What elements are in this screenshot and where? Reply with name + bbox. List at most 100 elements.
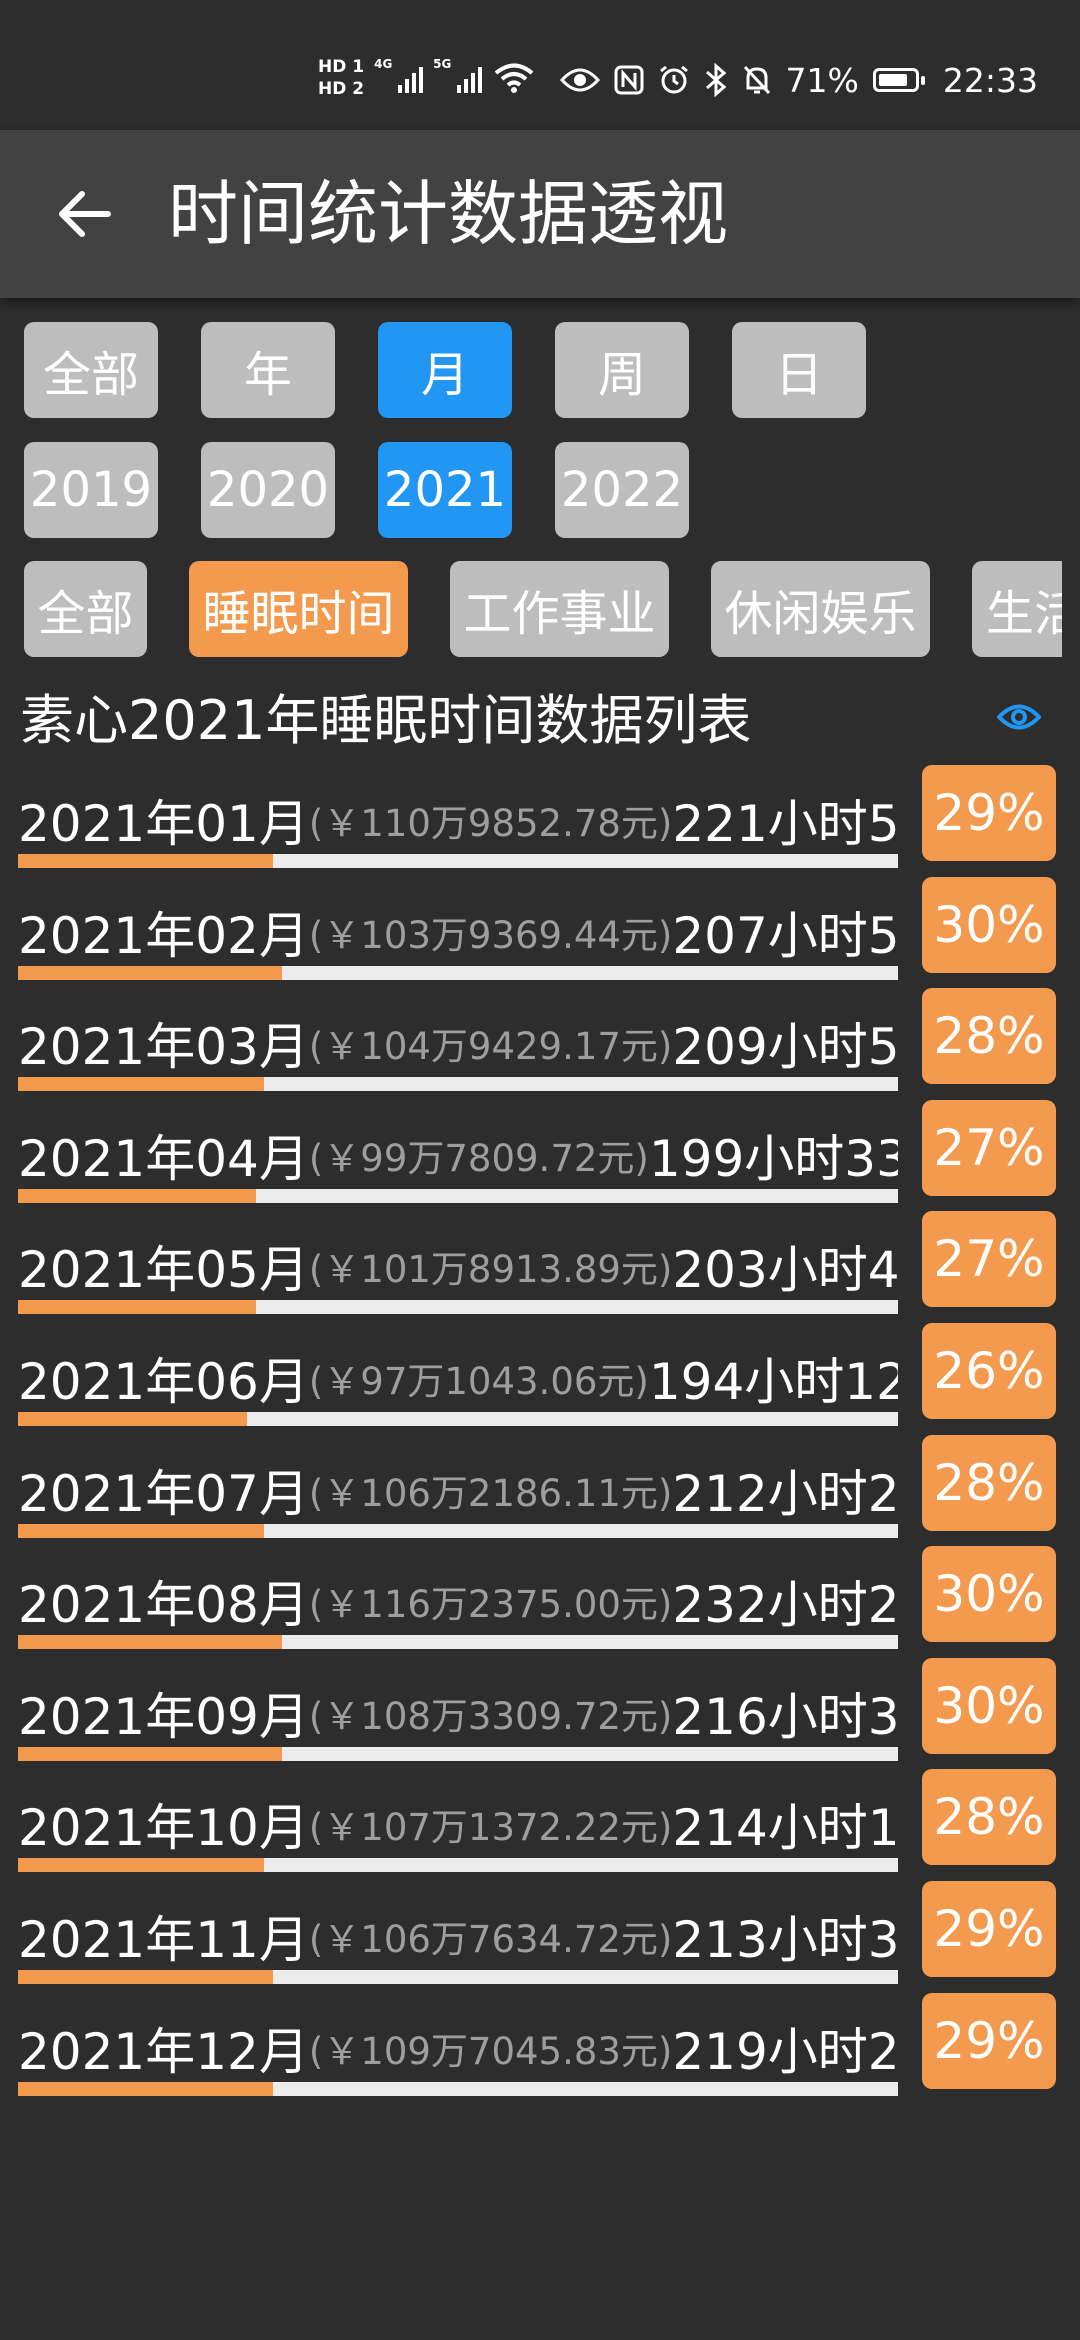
visibility-toggle-button[interactable]: [994, 692, 1044, 742]
row-month: 2021年07月: [18, 1465, 309, 1523]
list-item[interactable]: 2021年06月(￥97万1043.06元)194小时12分31 26%: [0, 1323, 1080, 1434]
list-item[interactable]: 2021年03月(￥104万9429.17元)209小时53分0 28%: [0, 988, 1080, 1099]
progress-fill: [18, 1524, 265, 1538]
toolbar: 时间统计数据透视: [0, 130, 1080, 298]
list-item[interactable]: 2021年09月(￥108万3309.72元)216小时39分4 30%: [0, 1658, 1080, 1769]
row-month: 2021年12月: [18, 2023, 309, 2081]
period-tab-all[interactable]: 全部: [24, 322, 158, 418]
category-tab-leisure[interactable]: 休闲娱乐: [711, 561, 930, 657]
progress-track: [18, 2082, 898, 2096]
bell-off-icon: [743, 65, 770, 95]
row-text: 2021年02月(￥103万9369.44元)207小时52分2: [18, 897, 898, 967]
category-filter-row: 全部 睡眠时间 工作事业 休闲娱乐 生活: [0, 561, 1062, 657]
row-duration: 209小时53分0: [672, 1018, 898, 1076]
percent-badge: 29%: [922, 1993, 1056, 2089]
list-item[interactable]: 2021年05月(￥101万8913.89元)203小时46分5 27%: [0, 1211, 1080, 1322]
progress-track: [18, 1300, 898, 1314]
wifi-icon: [494, 63, 534, 93]
battery-icon: [872, 68, 925, 92]
period-tab-week[interactable]: 周: [555, 322, 689, 418]
progress-fill: [18, 1970, 274, 1984]
progress-track: [18, 854, 898, 868]
row-month: 2021年08月: [18, 1576, 309, 1634]
category-tab-all[interactable]: 全部: [24, 561, 147, 657]
row-duration: 214小时16分2: [672, 1799, 898, 1857]
row-duration: 216小时39分4: [672, 1688, 898, 1746]
year-tab-2021[interactable]: 2021: [378, 442, 512, 538]
progress-track: [18, 1189, 898, 1203]
row-text: 2021年08月(￥116万2375.00元)232小时28分3: [18, 1566, 898, 1636]
year-tab-2022[interactable]: 2022: [555, 442, 689, 538]
progress-fill: [18, 1635, 282, 1649]
list-item[interactable]: 2021年04月(￥99万7809.72元)199小时33分43 27%: [0, 1100, 1080, 1211]
list-item[interactable]: 2021年07月(￥106万2186.11元)212小时26分1 28%: [0, 1435, 1080, 1546]
progress-track: [18, 1858, 898, 1872]
year-filter-row: 2019 2020 2021 2022: [0, 442, 1080, 538]
row-month: 2021年11月: [18, 1911, 309, 1969]
row-month: 2021年01月: [18, 795, 309, 853]
category-tab-sleep[interactable]: 睡眠时间: [189, 561, 408, 657]
progress-track: [18, 1077, 898, 1091]
category-tab-work[interactable]: 工作事业: [450, 561, 669, 657]
year-tab-2020[interactable]: 2020: [201, 442, 335, 538]
row-month: 2021年09月: [18, 1688, 309, 1746]
percent-badge: 27%: [922, 1100, 1056, 1196]
progress-fill: [18, 1300, 256, 1314]
back-button[interactable]: [44, 174, 124, 254]
period-tab-month[interactable]: 月: [378, 322, 512, 418]
progress-fill: [18, 1412, 247, 1426]
row-duration: 219小时24分3: [672, 2023, 898, 2081]
row-text: 2021年04月(￥99万7809.72元)199小时33分43: [18, 1120, 898, 1190]
row-text: 2021年12月(￥109万7045.83元)219小时24分3: [18, 2013, 898, 2083]
status-bar-right: 71% 22:33: [559, 52, 1038, 108]
percent-badge: 29%: [922, 1881, 1056, 1977]
row-money: (￥116万2375.00元): [308, 1583, 673, 1626]
row-money: (￥107万1372.22元): [308, 1806, 673, 1849]
list-item[interactable]: 2021年01月(￥110万9852.78元)221小时58分1 29%: [0, 765, 1080, 876]
list-item[interactable]: 2021年12月(￥109万7045.83元)219小时24分3 29%: [0, 1993, 1080, 2104]
progress-fill: [18, 966, 282, 980]
list-heading: 素心2021年睡眠时间数据列表: [20, 689, 752, 752]
row-money: (￥97万1043.06元): [308, 1360, 649, 1403]
row-money: (￥103万9369.44元): [308, 914, 673, 957]
period-filter-row: 全部 年 月 周 日: [0, 322, 1080, 418]
progress-track: [18, 1524, 898, 1538]
period-tab-year[interactable]: 年: [201, 322, 335, 418]
list-item[interactable]: 2021年10月(￥107万1372.22元)214小时16分2 28%: [0, 1769, 1080, 1880]
row-duration: 194小时12分31: [648, 1353, 898, 1411]
row-duration: 199小时33分43: [648, 1130, 898, 1188]
progress-fill: [18, 1189, 256, 1203]
back-arrow-icon: [59, 191, 111, 237]
row-text: 2021年05月(￥101万8913.89元)203小时46分5: [18, 1231, 898, 1301]
progress-track: [18, 1412, 898, 1426]
list-item[interactable]: 2021年11月(￥106万7634.72元)213小时31分3 29%: [0, 1881, 1080, 1992]
row-month: 2021年02月: [18, 907, 309, 965]
percent-badge: 27%: [922, 1211, 1056, 1307]
list-item[interactable]: 2021年08月(￥116万2375.00元)232小时28分3 30%: [0, 1546, 1080, 1657]
signal-5g-icon: 5G: [433, 57, 483, 93]
percent-badge: 28%: [922, 988, 1056, 1084]
progress-track: [18, 966, 898, 980]
hd1-label: HD 1: [318, 57, 365, 77]
page-title: 时间统计数据透视: [168, 173, 728, 255]
row-duration: 221小时58分1: [672, 795, 898, 853]
row-month: 2021年10月: [18, 1799, 309, 1857]
status-bar: HD 1 HD 2 4G 5G 71% 22:33: [0, 0, 1080, 130]
progress-fill: [18, 1077, 265, 1091]
row-text: 2021年07月(￥106万2186.11元)212小时26分1: [18, 1455, 898, 1525]
status-bar-left: HD 1 HD 2 4G 5G: [318, 48, 534, 108]
year-tab-2019[interactable]: 2019: [24, 442, 158, 538]
eye-status-icon: [559, 68, 600, 92]
nfc-icon: [614, 65, 644, 95]
net1-label: 4G: [374, 57, 393, 71]
percent-badge: 30%: [922, 877, 1056, 973]
row-month: 2021年04月: [18, 1130, 309, 1188]
progress-track: [18, 1635, 898, 1649]
row-month: 2021年06月: [18, 1353, 309, 1411]
period-tab-day[interactable]: 日: [732, 322, 866, 418]
progress-track: [18, 1747, 898, 1761]
category-tab-life[interactable]: 生活: [972, 561, 1062, 657]
percent-badge: 30%: [922, 1546, 1056, 1642]
row-duration: 212小时26分1: [672, 1465, 898, 1523]
list-item[interactable]: 2021年02月(￥103万9369.44元)207小时52分2 30%: [0, 877, 1080, 988]
